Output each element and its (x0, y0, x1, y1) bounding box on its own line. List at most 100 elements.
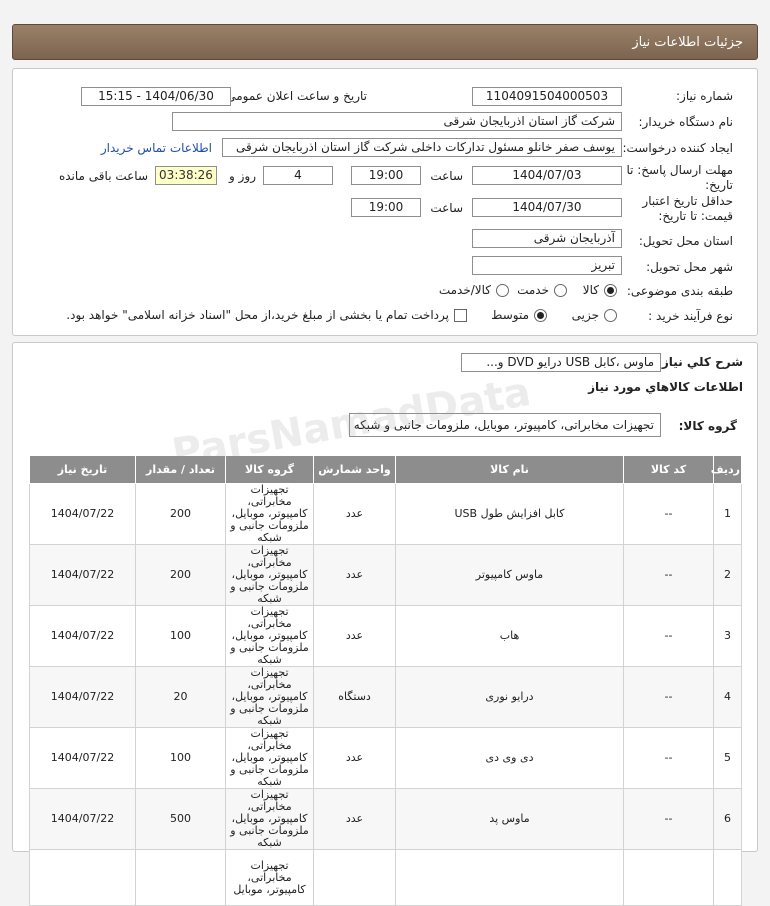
cell-name: کابل افزایش طول USB (395, 483, 624, 545)
buyer-field: شرکت گاز استان اذربایجان شرقی (172, 112, 622, 131)
cell-name: درایو نوری (395, 666, 624, 728)
cell-index: 3 (713, 605, 742, 667)
cell-unit: عدد (313, 483, 396, 545)
purchase-medium-label: متوسط (491, 308, 529, 322)
category-goods-radio[interactable] (604, 284, 617, 297)
validity-date-field: 1404/07/30 (472, 198, 622, 217)
col-header-unit: واحد شمارش (313, 455, 396, 484)
table-row: 5 -- دی وی دی عدد تجهیزات مخابراتی، کامپ… (29, 727, 742, 789)
description-field: ماوس ،کابل USB درایو DVD و... (461, 353, 661, 372)
col-header-code: کد کالا (623, 455, 714, 484)
city-label: شهر محل تحویل: (646, 260, 733, 274)
cell-unit: عدد (313, 605, 396, 667)
cell-group: تجهیزات مخابراتی، کامپیوتر، موبایل، ملزو… (225, 544, 314, 606)
cell-date: 1404/07/22 (29, 666, 136, 728)
days-label: روز و (229, 169, 256, 183)
cell-unit: عدد (313, 788, 396, 850)
cell-name: هاب (395, 605, 624, 667)
cell-qty: 20 (135, 666, 226, 728)
cell-group: تجهیزات مخابراتی، کامپیوتر، موبایل، ملزو… (225, 483, 314, 545)
category-both-radio[interactable] (496, 284, 509, 297)
cell-group: تجهیزات مخابراتی، کامپیوتر، موبایل (225, 849, 314, 906)
deadline-label: مهلت ارسال پاسخ: تا (626, 163, 733, 177)
validity-time-label: ساعت (430, 201, 463, 215)
cell-unit: عدد (313, 544, 396, 606)
table-row: 1 -- کابل افزایش طول USB عدد تجهیزات مخا… (29, 483, 742, 545)
table-row: 2 -- ماوس کامپیوتر عدد تجهیزات مخابراتی،… (29, 544, 742, 606)
cell-unit: دستگاه (313, 666, 396, 728)
validity-label: حداقل تاریخ اعتبار (642, 194, 733, 208)
cell-date: 1404/07/22 (29, 544, 136, 606)
cell-group: تجهیزات مخابراتی، کامپیوتر، موبایل، ملزو… (225, 788, 314, 850)
cell-index: 4 (713, 666, 742, 728)
cell-qty: 100 (135, 605, 226, 667)
category-service-radio[interactable] (554, 284, 567, 297)
col-header-group: گروه کالا (225, 455, 314, 484)
description-label: شرح کلي نياز: (657, 355, 743, 369)
cell-group: تجهیزات مخابراتی، کامپیوتر، موبایل، ملزو… (225, 666, 314, 728)
treasury-note: پرداخت تمام یا بخشی از مبلغ خرید،از محل … (66, 308, 449, 322)
cell-name: ماوس کامپیوتر (395, 544, 624, 606)
treasury-bonds-checkbox[interactable] (454, 309, 467, 322)
cell-code: -- (623, 727, 714, 789)
deadline-label-date: تاریخ: (705, 178, 733, 192)
table-row: 6 -- ماوس پد عدد تجهیزات مخابراتی، کامپی… (29, 788, 742, 850)
validity-time-field: 19:00 (351, 198, 421, 217)
cell-qty: 200 (135, 483, 226, 545)
table-row: تجهیزات مخابراتی، کامپیوتر، موبایل (29, 849, 742, 906)
table-header-row: ردیف کد کالا نام کالا واحد شمارش گروه کا… (29, 455, 742, 484)
cell-date: 1404/07/22 (29, 483, 136, 545)
province-label: استان محل تحویل: (638, 234, 733, 248)
remaining-label: ساعت باقی مانده (58, 169, 148, 183)
deadline-time-field: 19:00 (351, 166, 421, 185)
cell-qty (135, 849, 226, 906)
need-info-panel: شماره نیاز: 1104091504000503 تاریخ و ساع… (12, 68, 758, 336)
contact-buyer-link[interactable]: اطلاعات تماس خریدار (101, 141, 212, 155)
purchase-minor-label: جزیی (571, 308, 599, 322)
cell-index: 6 (713, 788, 742, 850)
creator-label: ایجاد کننده درخواست: (622, 141, 733, 155)
category-label: طبقه بندی موضوعی: (626, 284, 733, 298)
group-label: گروه کالا: (678, 419, 737, 433)
purchase-medium-radio[interactable] (534, 309, 547, 322)
cell-name (395, 849, 624, 906)
page-title-bar: جزئیات اطلاعات نیاز (12, 24, 758, 60)
col-header-date: تاریخ نیاز (29, 455, 136, 484)
col-header-qty: تعداد / مقدار (135, 455, 226, 484)
cell-unit: عدد (313, 727, 396, 789)
buyer-label: نام دستگاه خریدار: (638, 115, 734, 129)
cell-code (623, 849, 714, 906)
group-field: تجهیزات مخابراتی، کامپیوتر، موبایل، ملزو… (349, 413, 661, 437)
items-table: ردیف کد کالا نام کالا واحد شمارش گروه کا… (29, 455, 742, 906)
province-field: آذربایجان شرقی (472, 229, 622, 248)
cell-code: -- (623, 605, 714, 667)
table-row: 3 -- هاب عدد تجهیزات مخابراتی، کامپیوتر،… (29, 605, 742, 667)
cell-qty: 500 (135, 788, 226, 850)
cell-group: تجهیزات مخابراتی، کامپیوتر، موبایل، ملزو… (225, 727, 314, 789)
city-field: تبریز (472, 256, 622, 275)
purchase-type-label: نوع فرآیند خرید : (648, 309, 733, 323)
cell-date: 1404/07/22 (29, 788, 136, 850)
cell-index (713, 849, 742, 906)
table-row: 4 -- درایو نوری دستگاه تجهیزات مخابراتی،… (29, 666, 742, 728)
cell-date (29, 849, 136, 906)
cell-code: -- (623, 666, 714, 728)
cell-group: تجهیزات مخابراتی، کامپیوتر، موبایل، ملزو… (225, 605, 314, 667)
creator-field: یوسف صفر خانلو مسئول تدارکات داخلی شرکت … (222, 138, 622, 157)
need-number-label: شماره نیاز: (676, 89, 733, 103)
cell-date: 1404/07/22 (29, 727, 136, 789)
need-number-field: 1104091504000503 (472, 87, 622, 106)
category-service-label: خدمت (517, 283, 549, 297)
cell-qty: 200 (135, 544, 226, 606)
remaining-time-field: 03:38:26 (155, 166, 217, 185)
cell-unit (313, 849, 396, 906)
validity-label-date: قیمت: تا تاریخ: (658, 209, 733, 223)
purchase-minor-radio[interactable] (604, 309, 617, 322)
days-field: 4 (263, 166, 333, 185)
deadline-date-field: 1404/07/03 (472, 166, 622, 185)
cell-code: -- (623, 544, 714, 606)
cell-date: 1404/07/22 (29, 605, 136, 667)
cell-name: ماوس پد (395, 788, 624, 850)
cell-qty: 100 (135, 727, 226, 789)
col-header-name: نام کالا (395, 455, 624, 484)
